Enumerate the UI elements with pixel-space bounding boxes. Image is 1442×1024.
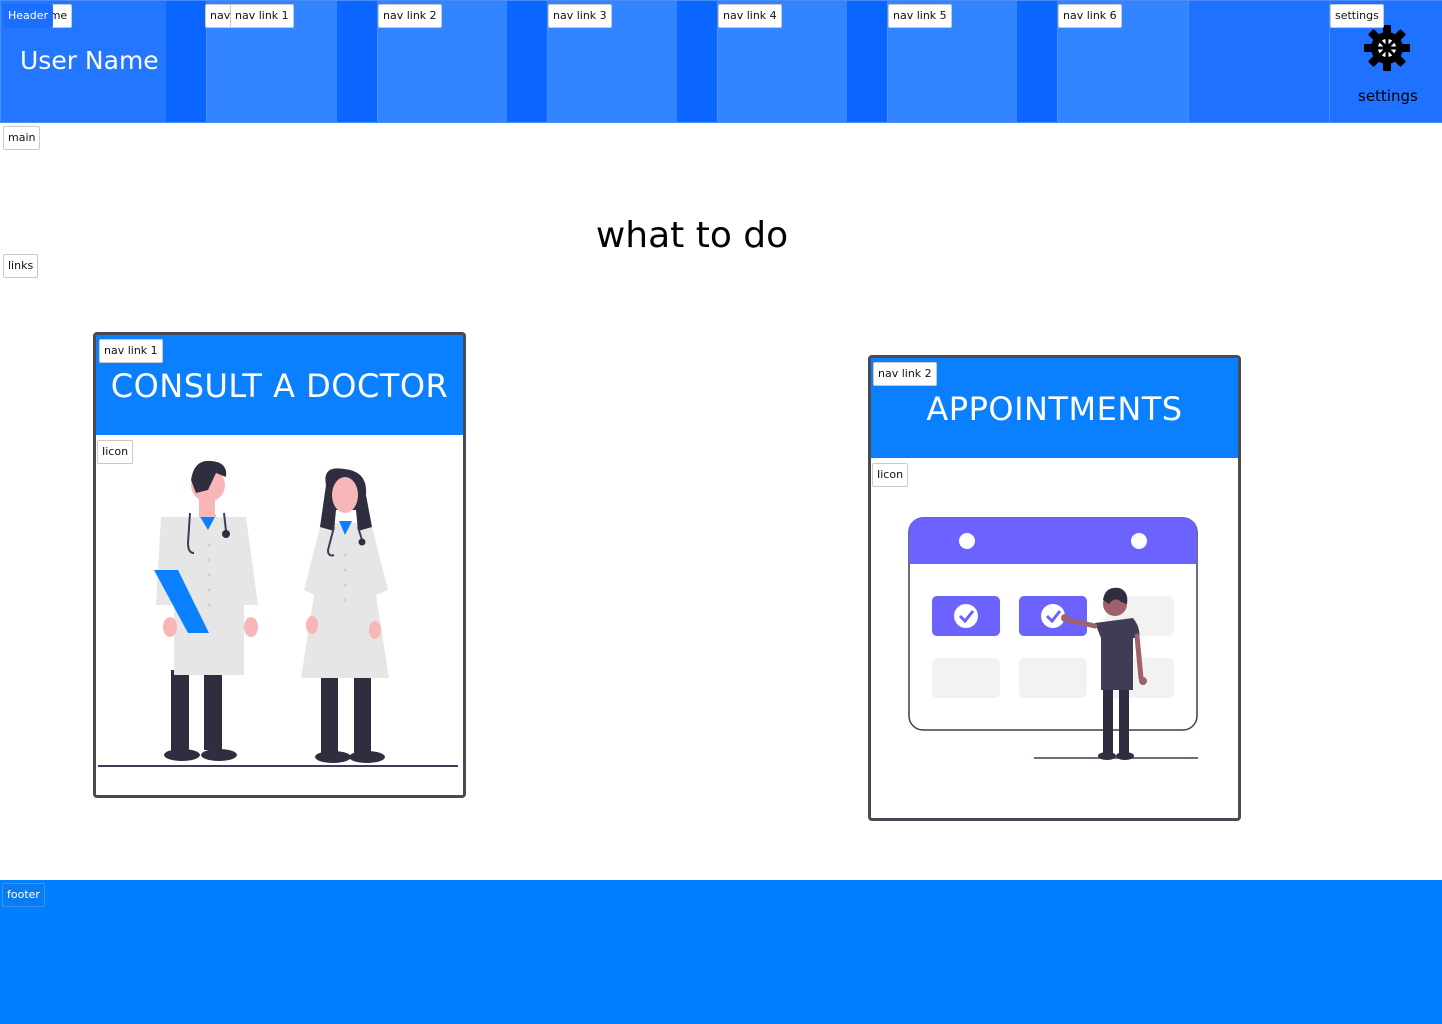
nav-gap bbox=[1017, 1, 1057, 122]
card-1-tag: nav link 1 bbox=[99, 339, 163, 363]
card-title: APPOINTMENTS bbox=[926, 390, 1183, 428]
nav-link-tag-4: nav link 4 bbox=[718, 4, 782, 28]
main-tag: main bbox=[3, 126, 41, 150]
male-doctor bbox=[154, 460, 258, 761]
footer-tag: footer bbox=[2, 883, 45, 907]
nav-link-tag-3: nav link 3 bbox=[548, 4, 612, 28]
user-name[interactable]: User Name bbox=[20, 46, 159, 75]
nav-link-tag-6: nav link 6 bbox=[1058, 4, 1122, 28]
card-title: CONSULT A DOCTOR bbox=[110, 367, 449, 405]
nav-link-tag-1: nav link 1 bbox=[230, 4, 294, 28]
nav-gap bbox=[507, 1, 547, 122]
nav-gap bbox=[847, 1, 887, 122]
calendar-appointments-illustration bbox=[908, 517, 1198, 760]
card-2-tag: nav link 2 bbox=[873, 362, 937, 386]
nav-gap bbox=[337, 1, 377, 122]
nav-link-tag-5: nav link 5 bbox=[888, 4, 952, 28]
nav-link-tag-2: nav link 2 bbox=[378, 4, 442, 28]
footer bbox=[0, 880, 1442, 1024]
card-1-icon-tag: Iicon bbox=[97, 440, 134, 464]
female-doctor bbox=[301, 468, 389, 763]
page-title: what to do bbox=[595, 215, 789, 256]
appointments-card[interactable]: APPOINTMENTS bbox=[868, 355, 1241, 821]
header-tag: Header bbox=[3, 4, 54, 28]
gear-icon bbox=[1364, 25, 1410, 71]
consult-doctor-card[interactable]: CONSULT A DOCTOR bbox=[93, 332, 466, 798]
doctors-illustration bbox=[98, 460, 458, 767]
settings-tag: settings bbox=[1330, 4, 1384, 28]
nav-gap bbox=[677, 1, 717, 122]
nav-gap bbox=[166, 1, 206, 122]
links-tag: links bbox=[3, 254, 39, 278]
settings-label: settings bbox=[1358, 87, 1418, 105]
card-2-icon-tag: Iicon bbox=[872, 463, 909, 487]
